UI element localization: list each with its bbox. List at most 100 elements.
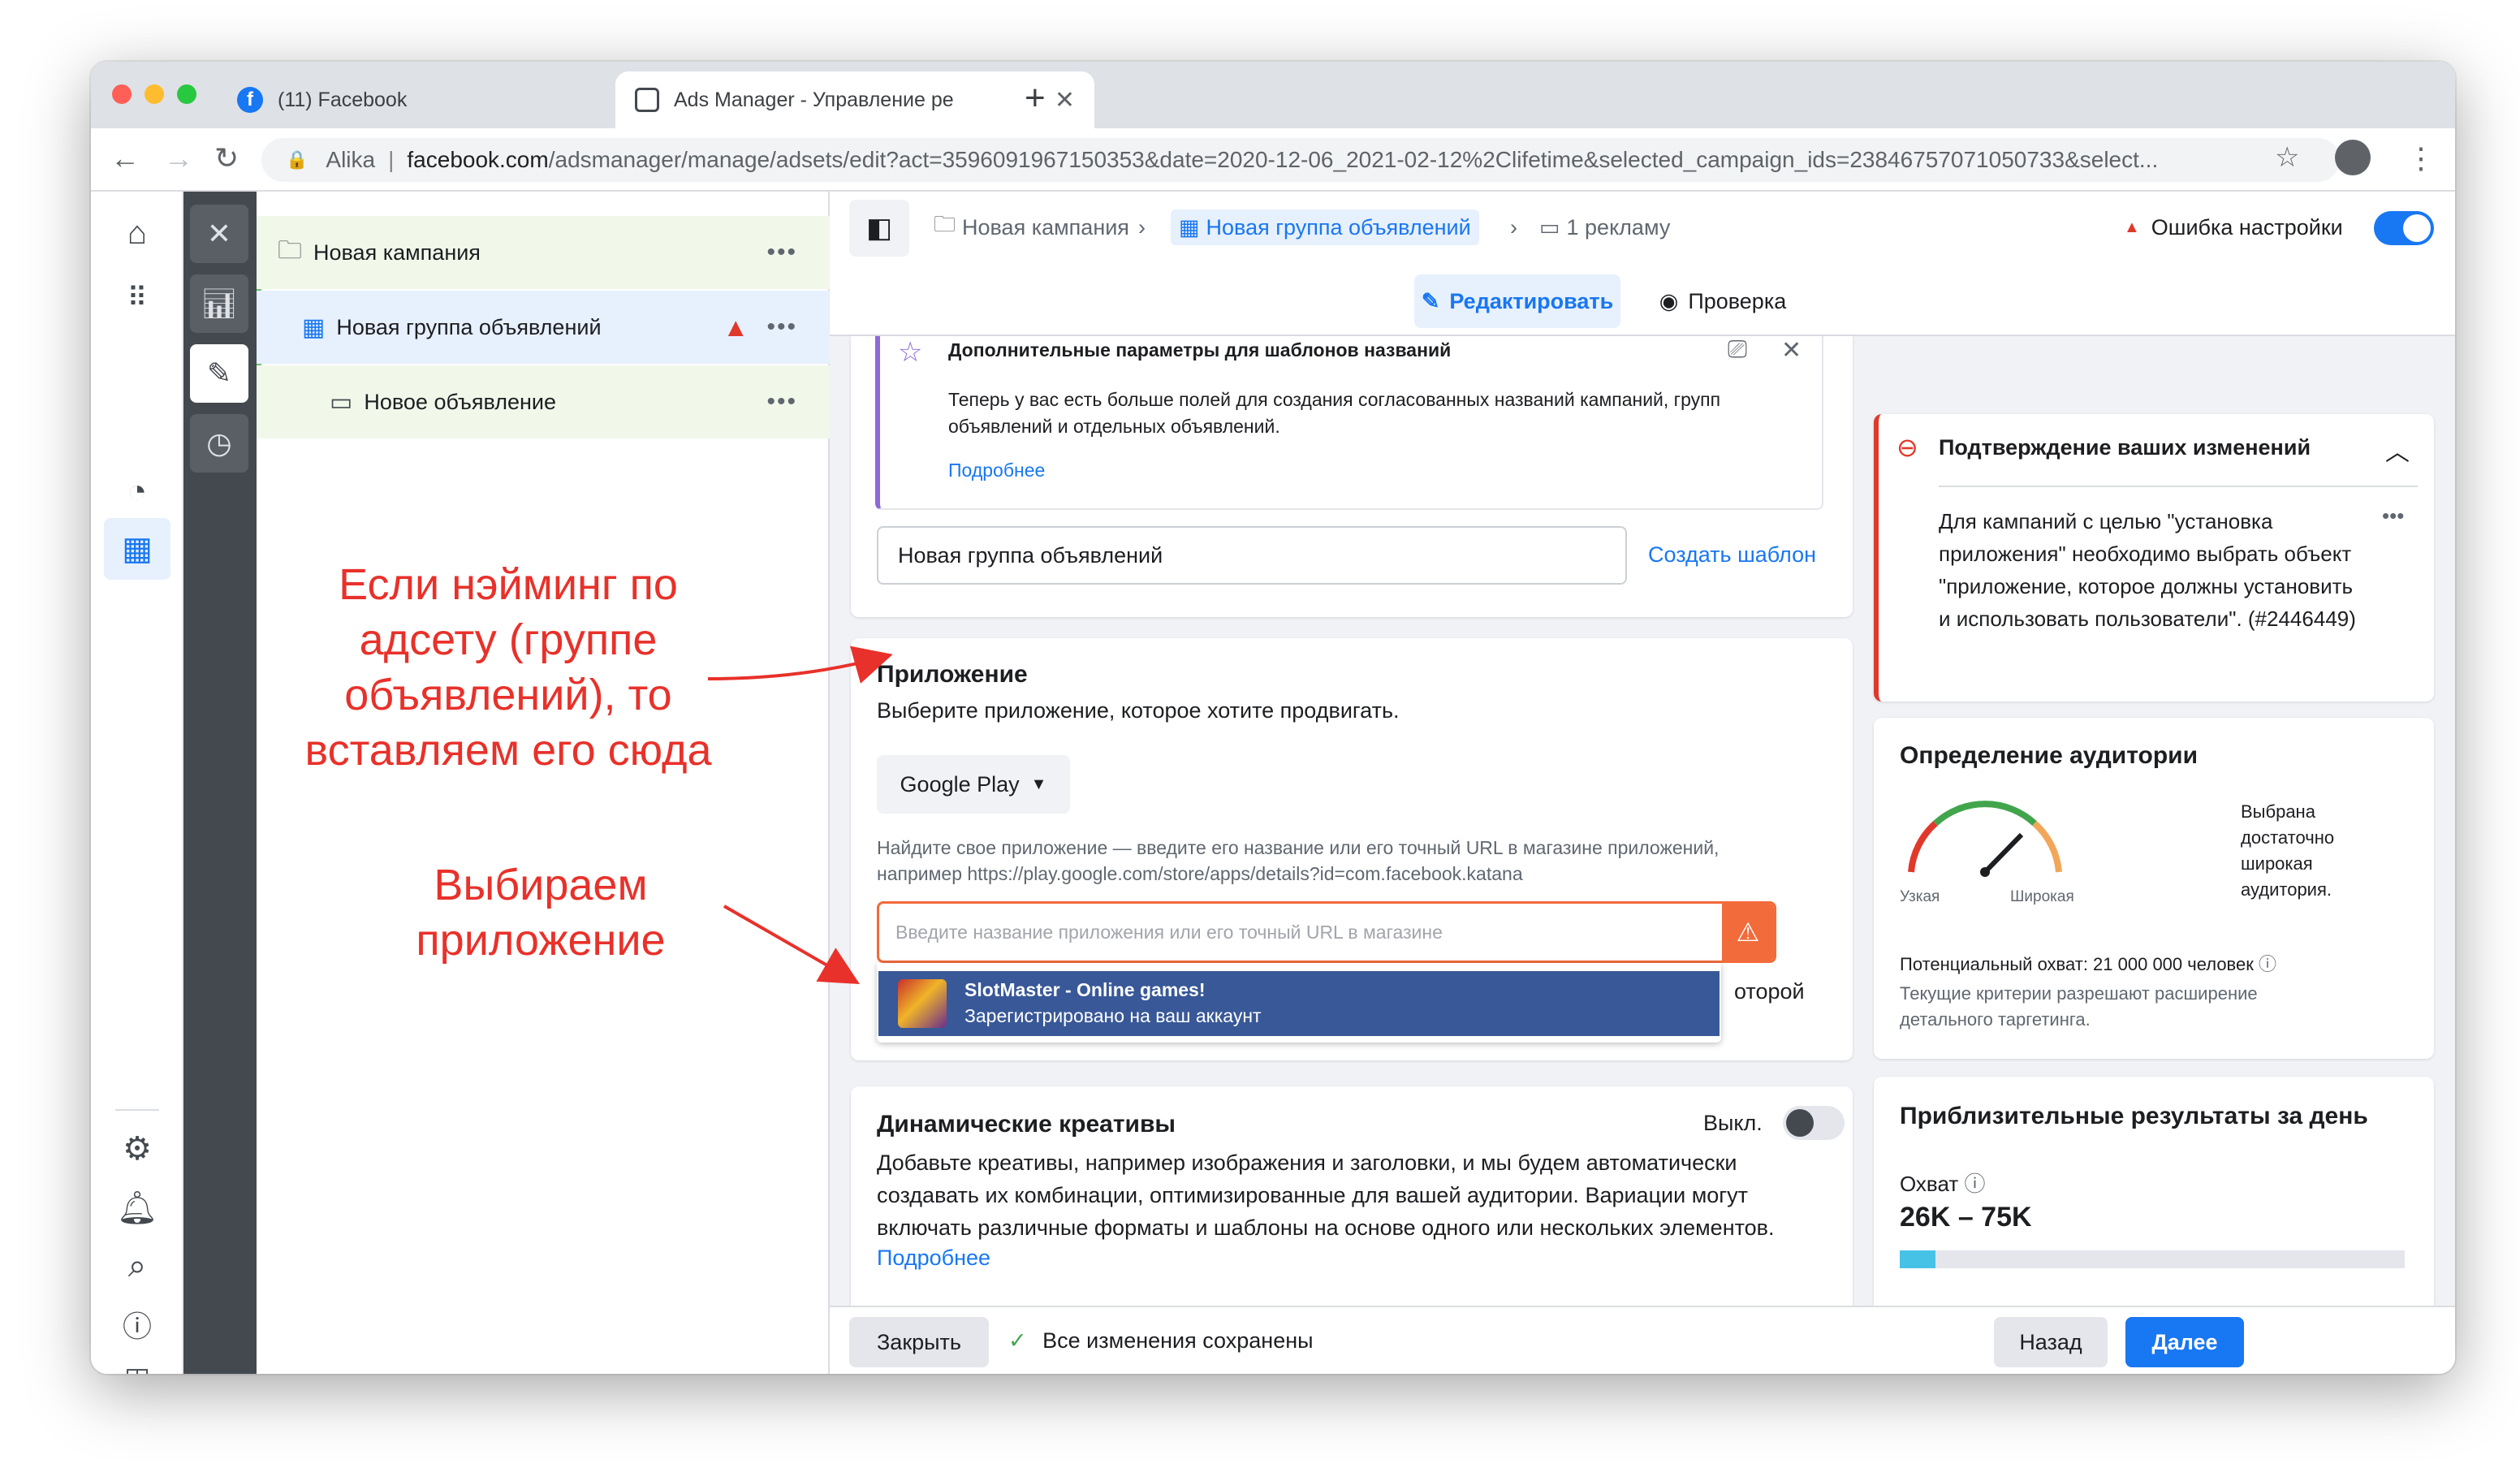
annotation-naming: Если нэйминг по адсету (группе объявлени… — [304, 560, 712, 775]
dynamic-creative-card: Динамические креативы Выкл. Добавьте кре… — [851, 1086, 1853, 1306]
dynamic-learn-more-link[interactable]: Подробнее — [877, 1246, 990, 1271]
confirm-card-body: Для кампаний с целью "установка приложен… — [1939, 509, 2356, 631]
dynamic-card-title: Динамические креативы — [877, 1111, 1176, 1138]
panel-toggle-icon[interactable]: ◫ — [114, 1354, 161, 1374]
more-options-icon[interactable]: ••• — [766, 313, 797, 341]
tree-item-ad[interactable]: ▭ Новое объявление ••• — [257, 365, 830, 438]
audience-card-title: Определение аудитории — [1900, 742, 2199, 769]
more-options-icon[interactable]: ••• — [2382, 503, 2404, 529]
app-card: Приложение Выберите приложение, которое … — [851, 638, 1853, 1060]
edit-mode-button[interactable]: ✎ Редактировать — [1414, 274, 1620, 328]
adset-name-input[interactable]: Новая группа объявлений — [877, 526, 1627, 585]
back-arrow-icon[interactable]: ← — [110, 141, 140, 175]
folder-icon: 🗀 — [934, 212, 956, 236]
tip-body: Теперь у вас есть больше полей для созда… — [948, 389, 1721, 437]
speedometer-icon[interactable]: ◔ — [114, 468, 161, 515]
review-mode-button[interactable]: ◉ Проверка — [1642, 274, 1804, 328]
create-template-link[interactable]: Создать шаблон — [1648, 542, 1816, 568]
chevron-right-icon: › — [1138, 214, 1146, 240]
store-select[interactable]: Google Play ▼ — [877, 755, 1070, 814]
tab-bar: f (11) Facebook ✕ Ads Manager - Управлен… — [91, 62, 2455, 128]
profile-avatar-icon[interactable] — [2335, 140, 2371, 175]
chevron-up-icon[interactable]: ︿ — [2385, 432, 2410, 468]
annotation-choose-app: Выбираем приложение — [416, 861, 666, 965]
app-thumbnail-icon — [898, 979, 947, 1028]
facebook-icon: f — [237, 87, 263, 113]
close-window-button[interactable] — [112, 84, 132, 104]
url-host: facebook.com — [407, 147, 549, 172]
divider — [1939, 486, 2418, 487]
breadcrumb-ad-label: 1 рекламу — [1566, 214, 1671, 240]
feedback-icon[interactable]: ⎚ — [1728, 336, 1747, 364]
ads-manager-table-icon[interactable]: ▦ — [104, 518, 170, 580]
lock-icon: 🔒 — [286, 149, 309, 170]
potential-reach-text: Потенциальный охват: 21 000 000 человек — [1900, 954, 2254, 974]
close-button[interactable]: Закрыть — [849, 1317, 989, 1367]
close-editor-icon[interactable]: ✕ — [190, 205, 248, 263]
ad-icon: ▭ — [1539, 214, 1560, 240]
minimize-window-button[interactable] — [145, 84, 164, 104]
app-search-input[interactable]: Введите название приложения или его точн… — [877, 901, 1776, 963]
forward-arrow-icon[interactable]: → — [164, 141, 193, 175]
confirm-changes-card: ⊖ Подтверждение ваших изменений ︿ Для ка… — [1874, 414, 2434, 702]
home-icon[interactable]: ⌂ — [114, 209, 161, 257]
more-options-icon[interactable]: ••• — [766, 239, 797, 266]
global-nav: ⌂ ⠿ ◔ ▦ ⚙ 🔔︎ ⌕ ⓘ ◫ — [91, 192, 183, 1374]
browser-window: f (11) Facebook ✕ Ads Manager - Управлен… — [91, 62, 2455, 1374]
close-icon[interactable]: ✕ — [1781, 336, 1802, 365]
new-tab-button[interactable]: + — [1025, 78, 1046, 119]
breadcrumb-adset[interactable]: ▦ Новая группа объявлений — [1171, 209, 1479, 245]
next-button[interactable]: Далее — [2125, 1317, 2244, 1367]
settings-gear-icon[interactable]: ⚙ — [114, 1125, 161, 1172]
dynamic-card-body: Добавьте креативы, например изображения … — [877, 1151, 1775, 1240]
naming-card: ☆ Дополнительные параметры для шаблонов … — [851, 336, 1853, 617]
apps-grid-icon[interactable]: ⠿ — [114, 274, 161, 322]
warning-icon: ⚠ — [1722, 904, 1774, 961]
ad-icon: ▭ — [330, 388, 353, 416]
tab-ads-manager[interactable]: Ads Manager - Управление ре ✕ — [615, 71, 1094, 128]
adset-grid-icon: ▦ — [302, 313, 326, 341]
bookmark-star-icon[interactable]: ☆ — [2275, 141, 2299, 174]
sidebar-toggle-button[interactable]: ◧ — [849, 200, 909, 257]
tree-item-adset[interactable]: ▦ Новая группа объявлений ▲ ••• — [257, 291, 830, 364]
mode-switcher: ✎ Редактировать ◉ Проверка — [830, 265, 2455, 336]
dynamic-creative-toggle[interactable] — [1783, 1106, 1845, 1140]
info-icon[interactable]: ⓘ — [2259, 954, 2276, 974]
chevron-right-icon: › — [1510, 214, 1517, 240]
store-select-value: Google Play — [900, 771, 1020, 797]
browser-menu-icon[interactable]: ⋮ — [2406, 141, 2436, 175]
potential-reach: Потенциальный охват: 21 000 000 человек … — [1900, 950, 2276, 976]
tip-learn-more-link[interactable]: Подробнее — [948, 460, 1045, 481]
search-icon[interactable]: ⌕ — [114, 1242, 161, 1289]
history-clock-icon[interactable]: ◷ — [190, 414, 248, 473]
maximize-window-button[interactable] — [177, 84, 196, 104]
address-bar[interactable]: 🔒 Alika | facebook.com/adsmanager/manage… — [261, 138, 2340, 182]
close-tab-icon[interactable]: ✕ — [1055, 86, 1075, 114]
back-button[interactable]: Назад — [1994, 1317, 2108, 1367]
help-icon[interactable]: ⓘ — [114, 1301, 161, 1348]
app-search-placeholder: Введите название приложения или его точн… — [895, 922, 1443, 943]
app-suggestion-item[interactable]: SlotMaster - Online games! Зарегистриров… — [878, 971, 1720, 1036]
reach-label: Охват — [1900, 1172, 1959, 1196]
editor-footer: Закрыть ✓ Все изменения сохранены Назад … — [830, 1306, 2455, 1374]
save-status-label: Все изменения сохранены — [1042, 1328, 1314, 1353]
ad-set-toggle[interactable] — [2374, 211, 2434, 245]
adset-name-value: Новая группа объявлений — [898, 542, 1163, 568]
tree-item-campaign[interactable]: 🗀 Новая кампания ••• — [257, 216, 830, 289]
gauge-narrow-label: Узкая — [1900, 888, 1940, 905]
audience-verdict: Выбрана достаточно широкая аудитория. — [2241, 801, 2335, 900]
tip-title: Дополнительные параметры для шаблонов на… — [948, 339, 1452, 361]
notifications-bell-icon[interactable]: 🔔︎ — [114, 1184, 161, 1231]
reload-icon[interactable]: ↻ — [214, 141, 239, 175]
app-suggestion-dropdown: SlotMaster - Online games! Зарегистриров… — [877, 963, 1721, 1043]
tab-title: Ads Manager - Управление ре — [674, 88, 954, 111]
more-options-icon[interactable]: ••• — [766, 388, 797, 416]
chart-icon[interactable]: 📊︎ — [190, 274, 248, 333]
breadcrumb-campaign[interactable]: 🗀 Новая кампания — [934, 209, 1129, 245]
edit-pencil-icon[interactable]: ✎ — [190, 344, 248, 403]
hidden-text-fragment: оторой — [1734, 979, 1805, 1004]
adset-grid-icon: ▦ — [1179, 214, 1200, 240]
info-icon[interactable]: ⓘ — [1964, 1172, 1985, 1196]
app-card-subtitle: Выберите приложение, которое хотите прод… — [877, 698, 1400, 723]
breadcrumb-ad[interactable]: ▭ 1 рекламу — [1539, 209, 1670, 245]
